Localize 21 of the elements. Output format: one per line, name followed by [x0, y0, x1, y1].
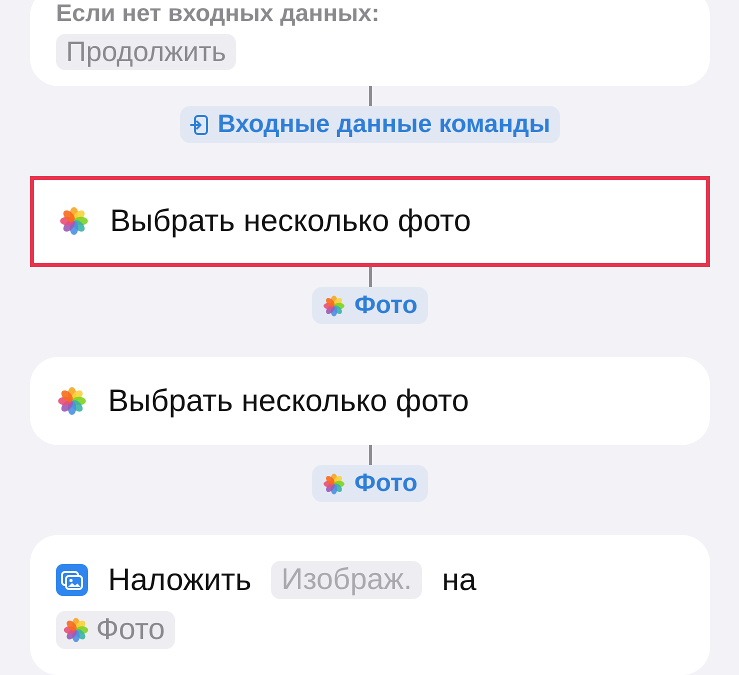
- section-label: Если нет входных данных:: [56, 0, 380, 28]
- photos-icon: [322, 472, 346, 496]
- continue-token[interactable]: Продолжить: [56, 34, 236, 70]
- variable-token[interactable]: Фото: [312, 287, 428, 324]
- action-text: Наложить: [108, 562, 252, 598]
- photos-icon: [58, 205, 90, 238]
- variable-token[interactable]: Фото: [312, 465, 428, 502]
- action-text: Выбрать несколько фото: [110, 203, 471, 240]
- photos-icon: [322, 294, 346, 318]
- photos-icon: [62, 616, 90, 644]
- action-text: на: [442, 562, 476, 598]
- action-card[interactable]: Наложить Изображ. на Фото: [30, 535, 710, 675]
- variable-token[interactable]: Входные данные команды: [180, 106, 560, 144]
- action-card[interactable]: Выбрать несколько фото: [30, 176, 710, 267]
- action-card[interactable]: Выбрать несколько фото: [30, 357, 710, 445]
- variable-token[interactable]: Фото: [56, 611, 175, 649]
- parameter-token[interactable]: Изображ.: [271, 561, 422, 599]
- image-overlay-icon: [56, 564, 88, 596]
- photos-icon: [56, 385, 88, 417]
- input-icon: [190, 114, 210, 136]
- action-text: Выбрать несколько фото: [108, 383, 469, 419]
